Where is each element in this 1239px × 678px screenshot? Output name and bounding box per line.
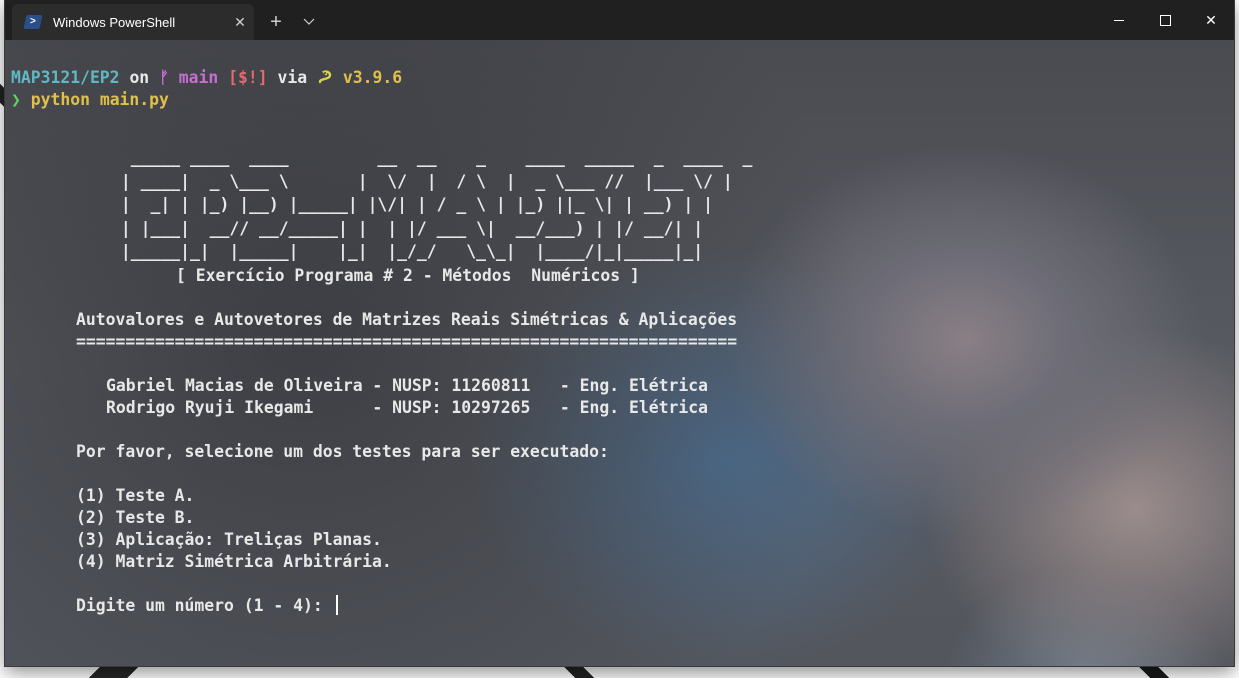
prompt-branch: main [178, 68, 219, 87]
ascii-banner: _____ ____ ____ __ __ _ ____ _____ _ ___… [111, 146, 753, 264]
maximize-button[interactable] [1142, 0, 1188, 40]
prompt-python-version: v3.9.6 [342, 68, 403, 87]
banner-line: | _| | |_) |__) |_____| |\/| | / _ \ | |… [111, 195, 713, 214]
prompt-line: MAP3121/EP2 on ᚠ main [$!] via v3.9.6 [11, 67, 402, 89]
python-icon [318, 70, 332, 84]
banner-line: |_____|_| |_____| |_| |_/_/ \_\_| |____/… [111, 242, 704, 261]
option-item: (4) Matriz Simétrica Arbitrária. [76, 552, 392, 571]
heading-rule: ========================================… [76, 332, 738, 351]
option-item: (1) Teste A. [76, 486, 195, 505]
option-item: (3) Aplicação: Treliças Planas. [76, 530, 382, 549]
title-bar[interactable]: > Windows PowerShell ✕ + ✕ [5, 0, 1234, 40]
prompt-directory: MAP3121/EP2 [11, 68, 120, 87]
chevron-down-icon [303, 18, 315, 25]
window-controls: ✕ [1096, 0, 1234, 40]
tab-title: Windows PowerShell [53, 14, 176, 30]
text-cursor [335, 595, 338, 615]
tab-dropdown-button[interactable] [294, 4, 324, 40]
author-line: Rodrigo Ryuji Ikegami - NUSP: 10297265 -… [106, 398, 708, 417]
input-line[interactable]: Digite um número (1 - 4): [76, 595, 338, 617]
tab-windows-powershell[interactable]: > Windows PowerShell ✕ [12, 4, 254, 40]
prompt-git-status: [$!] [228, 68, 268, 87]
minimize-icon [1114, 19, 1124, 21]
git-branch-icon: ᚠ [159, 68, 169, 87]
heading: Autovalores e Autovetores de Matrizes Re… [76, 310, 738, 329]
instruction-text: Por favor, selecione um dos testes para … [76, 442, 609, 461]
new-tab-button[interactable]: + [258, 4, 294, 40]
input-prompt: Digite um número (1 - 4): [76, 596, 333, 615]
command-line: ❯ python main.py [11, 89, 169, 111]
maximize-icon [1159, 14, 1171, 26]
banner-line: | ____| _ \___ \ | \/ | / \ | _ \___ // … [111, 171, 733, 191]
subtitle: [ Exercício Programa # 2 - Métodos Numér… [176, 266, 640, 285]
terminal-content[interactable]: MAP3121/EP2 on ᚠ main [$!] via v3.9.6 ❯ … [5, 40, 1234, 666]
prompt-via: via [277, 68, 308, 87]
option-item: (2) Teste B. [76, 508, 195, 527]
minimize-button[interactable] [1096, 0, 1142, 40]
banner-line: _____ ____ ____ __ __ _ ____ _____ _ ___… [111, 148, 753, 167]
command-text: python main.py [30, 90, 169, 109]
tab-close-icon[interactable]: ✕ [226, 14, 254, 31]
prompt-arrow-icon: ❯ [11, 90, 21, 109]
close-button[interactable]: ✕ [1188, 0, 1234, 40]
banner-line: | |___| __// __/_____| | | |/ ___ \| __/… [111, 218, 704, 238]
prompt-on: on [129, 68, 150, 87]
author-line: Gabriel Macias de Oliveira - NUSP: 11260… [106, 376, 708, 395]
powershell-icon: > [23, 15, 43, 29]
terminal-window[interactable]: > Windows PowerShell ✕ + ✕ MAP3121/EP2 o… [5, 0, 1234, 666]
